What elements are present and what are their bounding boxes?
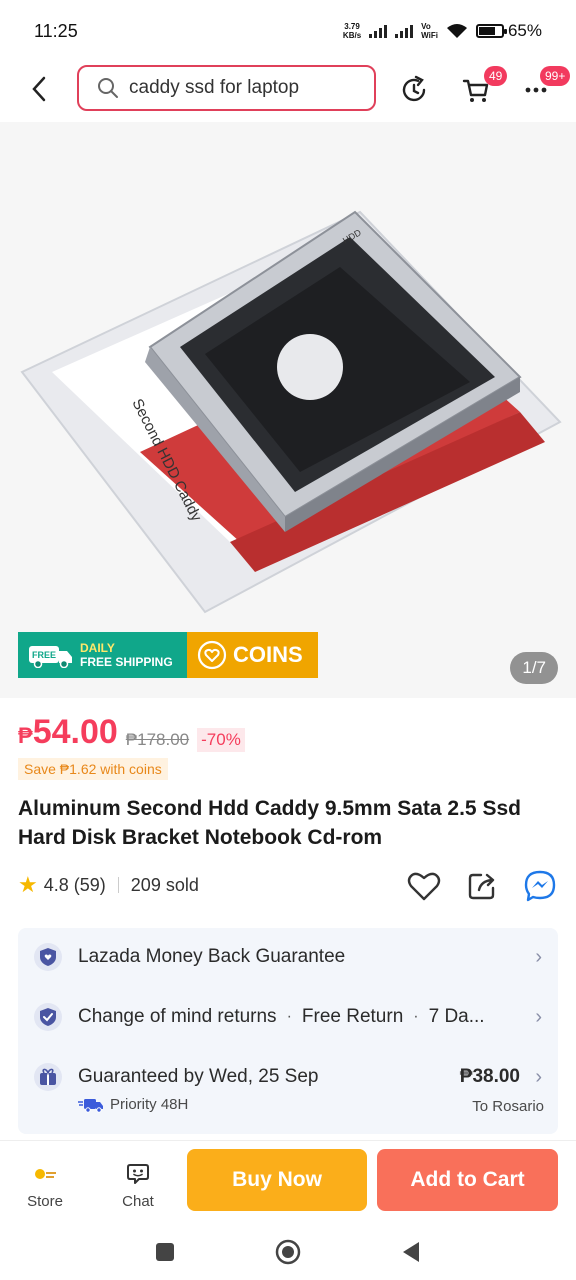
status-time: 11:25 (34, 20, 78, 41)
coins-label: COINS (233, 642, 303, 667)
store-label: Store (27, 1193, 63, 1210)
store-button[interactable]: Store (15, 1161, 75, 1210)
chevron-right-icon: › (535, 1065, 542, 1088)
battery: 65% (475, 21, 542, 41)
fast-truck-icon (78, 1098, 103, 1113)
promo-badges: FREE DAILY FREE SHIPPING COINS (18, 632, 318, 678)
chevron-left-icon (32, 76, 46, 102)
chevron-right-icon: › (535, 1005, 542, 1028)
vowifi-bottom: WiFi (421, 31, 438, 40)
cart-button[interactable]: 49 (458, 66, 508, 108)
vowifi-indicator: Vo WiFi (421, 22, 438, 40)
search-icon (98, 78, 118, 98)
free-shipping-label: FREE SHIPPING (80, 655, 173, 669)
bottom-action-bar: Store Chat Buy Now Add to Cart (0, 1140, 576, 1224)
gift-box-icon (34, 1063, 62, 1091)
delivery-row[interactable]: Guaranteed by Wed, 25 Sep ₱38.00 › (18, 1057, 558, 1097)
truck-icon: FREE (29, 646, 72, 668)
image-pager: 1/7 (510, 652, 558, 684)
product-page: 11:25 3.79 KB/s Vo WiFi 65% caddy ssd fo… (0, 0, 576, 1280)
return-days-label: 7 Da... (428, 1006, 485, 1027)
chevron-right-icon: › (535, 945, 542, 968)
chat-label: Chat (122, 1193, 154, 1210)
system-back-button[interactable] (401, 1241, 421, 1263)
battery-level (478, 27, 495, 35)
network-speed: 3.79 KB/s (343, 22, 361, 40)
returns-label: Change of mind returns (78, 1006, 277, 1027)
money-back-guarantee-row[interactable]: Lazada Money Back Guarantee › (18, 937, 558, 977)
network-speed-unit: KB/s (342, 31, 362, 40)
price-row: ₱54.00 ₱178.00 -70% (18, 712, 245, 756)
shield-check-icon (34, 1003, 62, 1031)
messenger-button[interactable] (522, 868, 558, 904)
status-indicators: 3.79 KB/s Vo WiFi 65% (343, 21, 542, 41)
more-icon (525, 87, 547, 93)
system-navigation-bar (0, 1224, 576, 1280)
home-button[interactable] (275, 1239, 301, 1265)
history-button[interactable] (396, 72, 432, 108)
sold-count: 209 sold (130, 874, 199, 895)
free-shipping-badge: FREE DAILY FREE SHIPPING (18, 632, 187, 678)
heart-icon (407, 872, 441, 901)
star-icon: ★ (18, 872, 38, 897)
add-to-cart-button[interactable]: Add to Cart (377, 1149, 558, 1211)
product-actions (406, 868, 558, 904)
dot-separator: · (286, 1008, 292, 1025)
delivery-label: Guaranteed by Wed, 25 Sep (78, 1066, 319, 1087)
signal-icon-2 (395, 24, 414, 38)
product-image-gallery[interactable]: Second HDD Caddy HDD FREE DAILY FREE SHI… (0, 122, 576, 698)
current-price: ₱54.00 (18, 712, 118, 756)
product-photo: Second HDD Caddy HDD (20, 210, 562, 614)
coin-heart-icon (197, 640, 227, 670)
dot-separator: · (413, 1008, 419, 1025)
signal-icon (369, 24, 388, 38)
original-price: ₱178.00 (125, 730, 190, 749)
messenger-icon (524, 870, 556, 902)
divider (117, 877, 119, 893)
free-shipping-daily: DAILY (80, 641, 115, 655)
store-logo-icon (35, 1169, 56, 1179)
shipping-fee: ₱38.00 (459, 1066, 520, 1087)
recents-button[interactable] (155, 1242, 175, 1262)
money-back-label: Lazada Money Back Guarantee (78, 946, 346, 967)
cart-count-badge: 49 (484, 66, 508, 86)
price-currency: ₱ (18, 723, 33, 748)
search-input[interactable]: caddy ssd for laptop (77, 65, 376, 111)
buy-now-button[interactable]: Buy Now (187, 1149, 367, 1211)
history-icon (402, 75, 426, 102)
price-value: 54.00 (32, 713, 118, 751)
battery-icon (475, 24, 507, 38)
destination-label: To Rosario (472, 1098, 544, 1115)
rating-row: ★ 4.8 (59) 209 sold (18, 868, 558, 902)
discount-badge: -70% (197, 728, 245, 752)
chat-bot-icon (127, 1164, 149, 1184)
share-button[interactable] (464, 868, 500, 904)
product-title: Aluminum Second Hdd Caddy 9.5mm Sata 2.5… (18, 797, 521, 849)
back-button[interactable] (24, 74, 54, 104)
search-query: caddy ssd for laptop (129, 77, 300, 98)
notification-count-badge: 99+ (540, 66, 571, 86)
priority-label: Priority 48H (110, 1096, 189, 1113)
share-icon (468, 873, 495, 900)
battery-percent: 65% (507, 21, 542, 40)
rating-value: 4.8 (43, 874, 69, 895)
returns-row[interactable]: Change of mind returns · Free Return · 7… (18, 997, 558, 1037)
priority-shipping: Priority 48H (78, 1096, 188, 1113)
coins-saving-tag: Save ₱1.62 with coins (18, 758, 168, 780)
wishlist-button[interactable] (406, 868, 442, 904)
network-speed-value: 3.79 (344, 22, 360, 31)
status-bar: 11:25 3.79 KB/s Vo WiFi 65% (0, 0, 576, 62)
free-return-label: Free Return (301, 1006, 404, 1027)
shield-heart-icon (34, 943, 62, 971)
wifi-icon (446, 24, 467, 38)
top-nav: caddy ssd for laptop 49 99+ (0, 62, 576, 116)
more-button[interactable]: 99+ (518, 66, 571, 108)
chat-button[interactable]: Chat (108, 1161, 168, 1210)
vowifi-top: Vo (421, 22, 431, 31)
coins-badge: COINS (187, 632, 318, 678)
free-shipping-text: DAILY FREE SHIPPING (80, 641, 173, 669)
review-count[interactable]: (59) (74, 875, 106, 896)
truck-free-text: FREE (32, 650, 56, 660)
